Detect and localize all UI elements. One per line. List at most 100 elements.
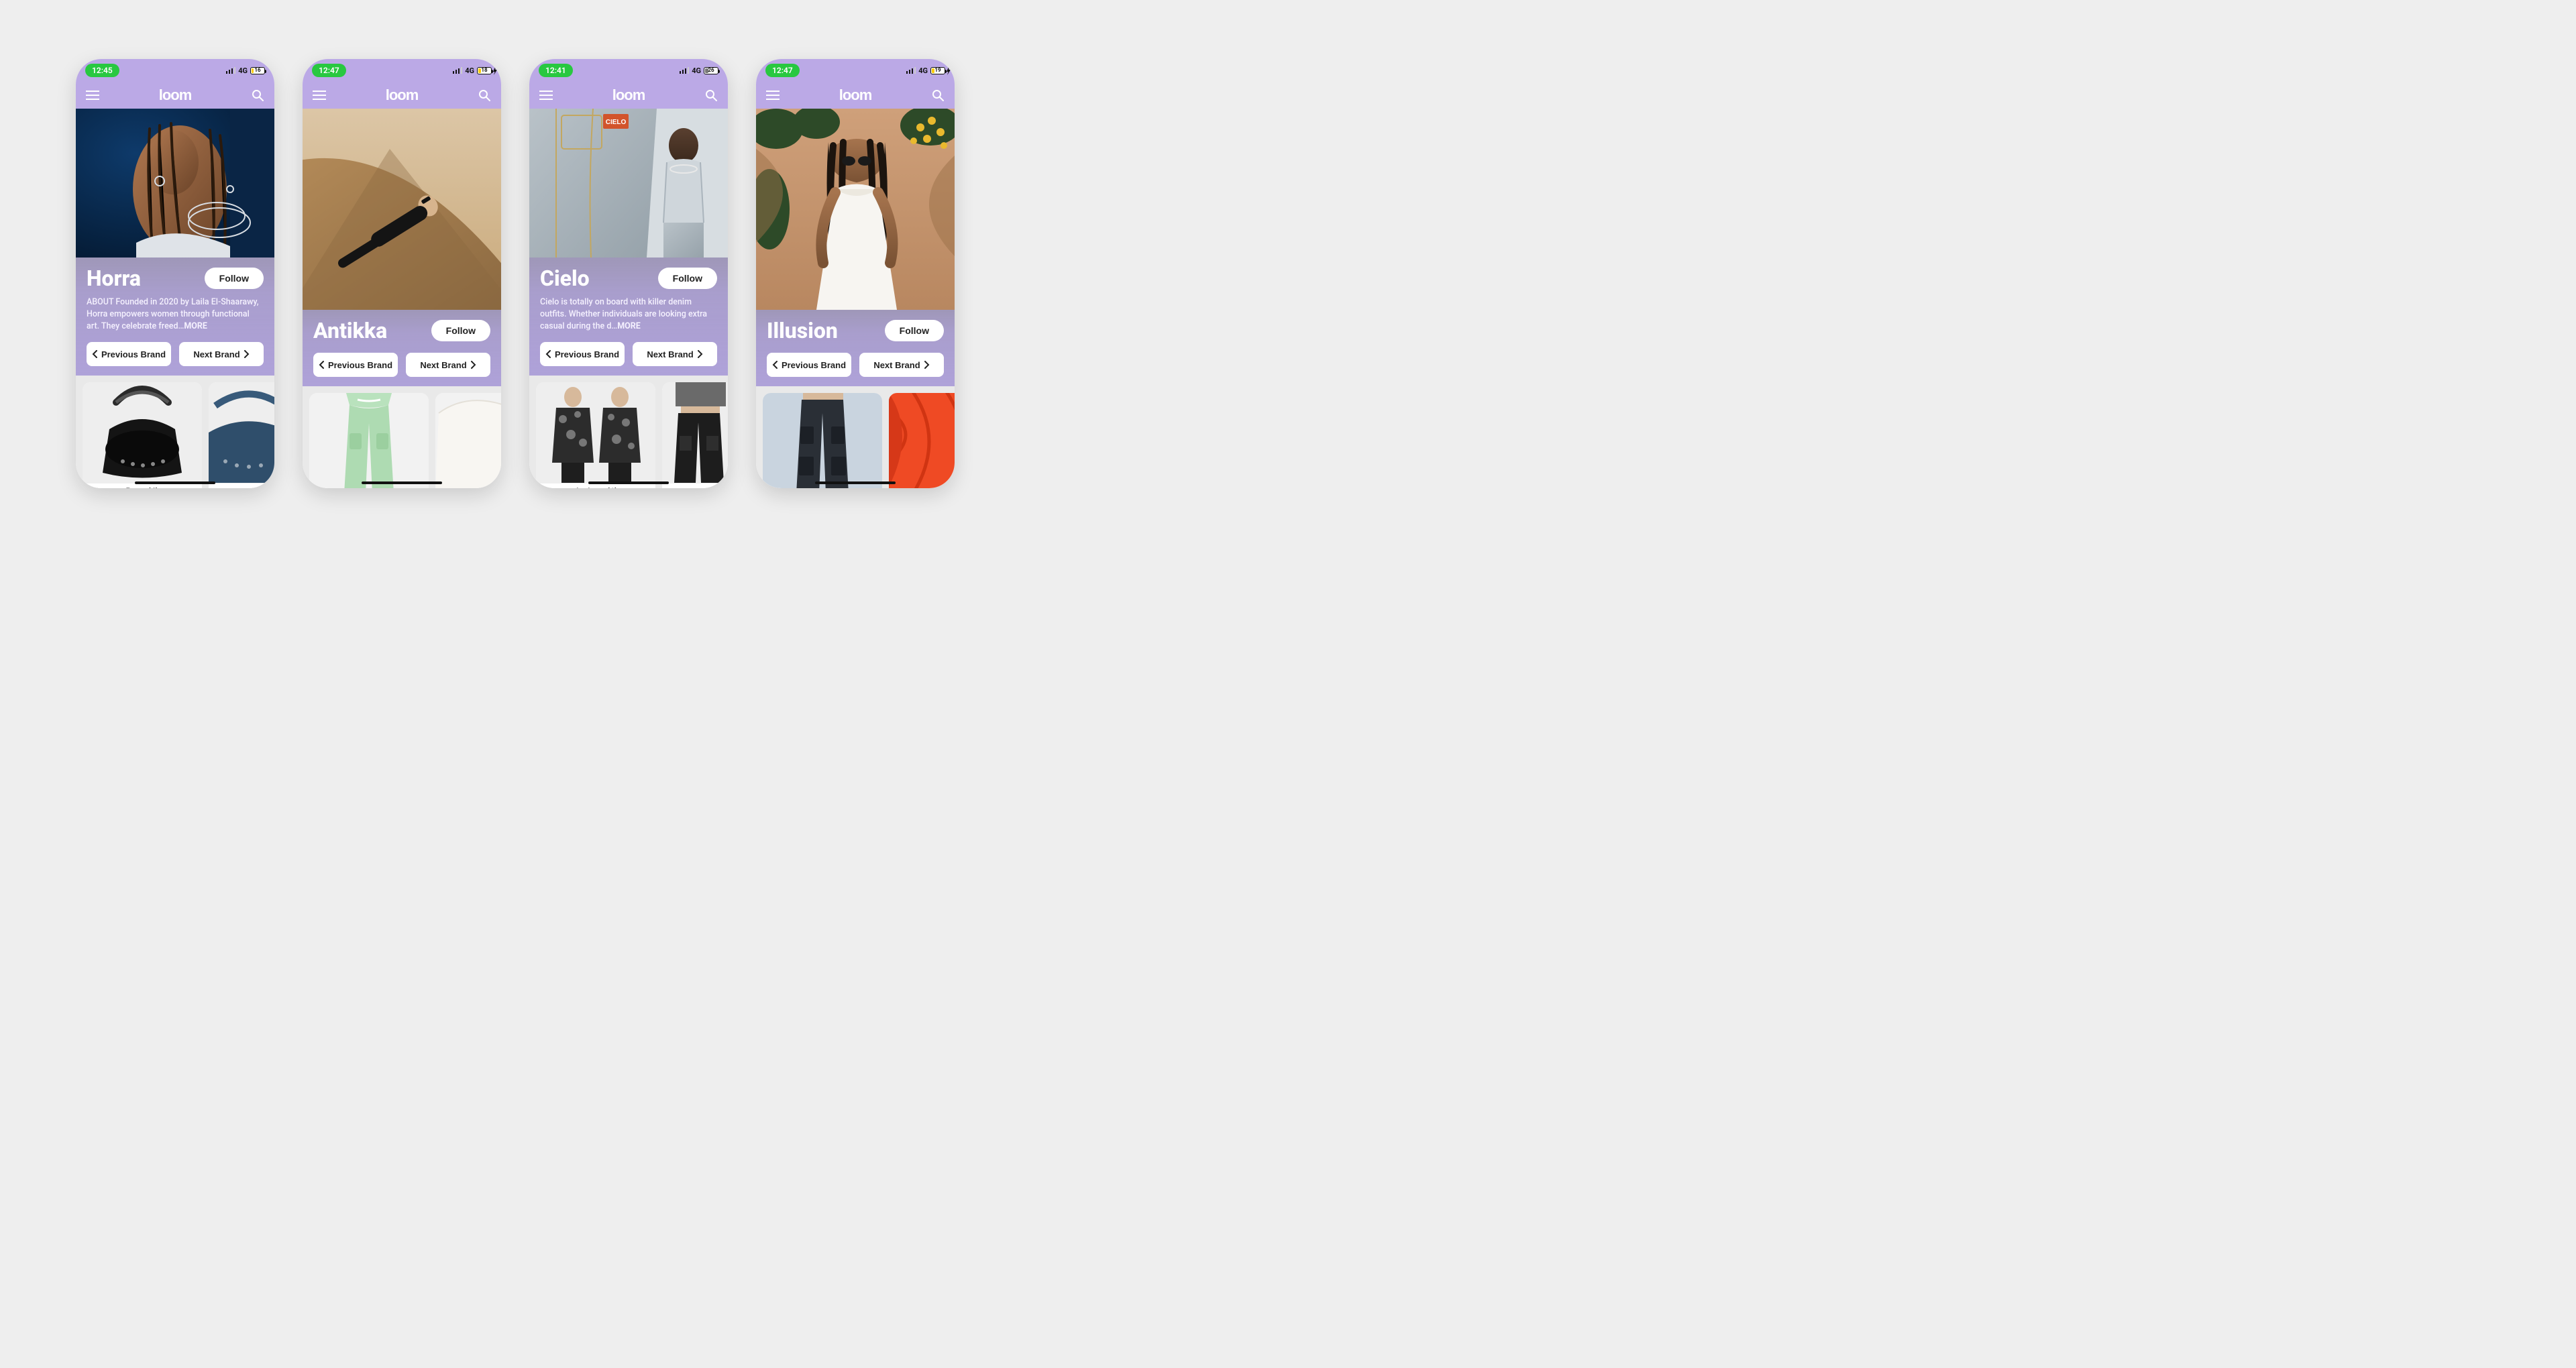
brand-hero: Illusion Follow Previous Brand Next Bran… <box>756 109 955 386</box>
battery-pct: 16 <box>254 68 260 73</box>
status-right: 4G 18 <box>453 66 492 75</box>
network-label: 4G <box>238 66 248 75</box>
follow-button[interactable]: Follow <box>658 268 717 289</box>
product-strip[interactable]: Cargos (3) Crewneck <box>303 386 501 488</box>
product-card[interactable]: Pants ( <box>889 393 955 488</box>
product-label: Jeans (9 <box>662 483 728 488</box>
previous-brand-button[interactable]: Previous Brand <box>313 353 398 377</box>
status-right: 4G 26 <box>680 66 718 75</box>
more-link[interactable]: MORE <box>184 321 207 331</box>
mockup-canvas: 12:45 4G 16 loom <box>0 0 1030 547</box>
next-brand-button[interactable]: Next Brand <box>406 353 490 377</box>
previous-brand-button[interactable]: Previous Brand <box>87 342 171 366</box>
product-image <box>763 393 882 488</box>
prev-label: Previous Brand <box>555 349 619 359</box>
product-card[interactable]: Cargos (3) <box>309 393 429 488</box>
home-indicator[interactable] <box>362 481 442 484</box>
follow-button[interactable]: Follow <box>205 268 264 289</box>
product-image <box>435 393 501 488</box>
search-icon[interactable] <box>477 88 492 103</box>
network-label: 4G <box>465 66 474 75</box>
hero-image <box>76 109 274 258</box>
phone-antikka: 12:47 4G 18 loom <box>303 59 501 488</box>
product-card[interactable]: Jeans (9 <box>662 382 728 488</box>
chevron-right-icon <box>924 361 930 369</box>
search-icon[interactable] <box>704 88 718 103</box>
status-bar: 12:47 4G 19 <box>756 59 955 82</box>
next-brand-button[interactable]: Next Brand <box>633 342 717 366</box>
battery-icon: 19 <box>930 67 945 74</box>
signal-icon <box>906 67 916 74</box>
brand-title: Antikka <box>313 318 387 343</box>
menu-icon[interactable] <box>765 88 780 103</box>
brand-description-text: ABOUT Founded in 2020 by Laila El-Shaara… <box>87 297 259 331</box>
next-label: Next Brand <box>873 360 920 370</box>
phone-cielo: 12:41 4G 26 loom <box>529 59 728 488</box>
brand-title: Horra <box>87 266 141 291</box>
status-time: 12:45 <box>85 64 119 77</box>
menu-icon[interactable] <box>85 88 100 103</box>
brand-title: Illusion <box>767 318 838 343</box>
status-bar: 12:45 4G 16 <box>76 59 274 82</box>
next-label: Next Brand <box>420 360 466 370</box>
brand-card: Cielo Follow Cielo is totally on board w… <box>529 258 728 376</box>
battery-icon: 16 <box>250 67 265 74</box>
product-image <box>662 382 728 483</box>
brand-description: Cielo is totally on board with killer de… <box>540 296 717 333</box>
network-label: 4G <box>918 66 928 75</box>
network-label: 4G <box>692 66 701 75</box>
product-card[interactable]: Bags (4) <box>83 382 202 488</box>
signal-icon <box>226 67 235 74</box>
search-icon[interactable] <box>930 88 945 103</box>
brand-hero: Antikka Follow Previous Brand Next Brand <box>303 109 501 386</box>
brand-title: Cielo <box>540 266 590 291</box>
product-card[interactable]: Crewneck <box>435 393 501 488</box>
status-time: 12:47 <box>765 64 800 77</box>
product-card[interactable]: Jeans (2) <box>763 393 882 488</box>
brand-hero: Horra Follow ABOUT Founded in 2020 by La… <box>76 109 274 376</box>
app-logo: loom <box>612 87 645 104</box>
follow-button[interactable]: Follow <box>885 320 944 341</box>
chevron-left-icon <box>772 361 777 369</box>
chevron-left-icon <box>545 350 551 358</box>
signal-icon <box>680 67 689 74</box>
next-brand-button[interactable]: Next Brand <box>859 353 944 377</box>
brand-card: Antikka Follow Previous Brand Next Brand <box>303 310 501 386</box>
menu-icon[interactable] <box>312 88 327 103</box>
search-icon[interactable] <box>250 88 265 103</box>
status-bar: 12:47 4G 18 <box>303 59 501 82</box>
app-logo: loom <box>839 87 872 104</box>
product-strip[interactable]: Jackets (1) Jeans (9 <box>529 376 728 488</box>
menu-icon[interactable] <box>539 88 553 103</box>
product-strip[interactable]: Bags (4) Jeans ( <box>76 376 274 488</box>
previous-brand-button[interactable]: Previous Brand <box>767 353 851 377</box>
status-bar: 12:41 4G 26 <box>529 59 728 82</box>
product-image <box>536 382 655 483</box>
home-indicator[interactable] <box>588 481 669 484</box>
home-indicator[interactable] <box>135 481 215 484</box>
bolt-icon <box>493 67 497 75</box>
bolt-icon <box>947 67 951 75</box>
prev-label: Previous Brand <box>101 349 166 359</box>
product-strip[interactable]: Jeans (2) Pants ( <box>756 386 955 488</box>
home-indicator[interactable] <box>815 481 896 484</box>
status-right: 4G 19 <box>906 66 945 75</box>
product-image <box>83 382 202 483</box>
hero-image <box>756 109 955 310</box>
product-card[interactable]: Jackets (1) <box>536 382 655 488</box>
brand-hero: CIELO Cielo Follow Cielo is totally on b… <box>529 109 728 376</box>
chevron-left-icon <box>319 361 324 369</box>
more-link[interactable]: MORE <box>617 321 641 331</box>
product-image <box>309 393 429 488</box>
battery-icon: 18 <box>477 67 492 74</box>
next-brand-button[interactable]: Next Brand <box>179 342 264 366</box>
hero-image <box>303 109 501 310</box>
previous-brand-button[interactable]: Previous Brand <box>540 342 625 366</box>
product-card[interactable]: Jeans ( <box>209 382 274 488</box>
status-right: 4G 16 <box>226 66 265 75</box>
prev-label: Previous Brand <box>328 360 392 370</box>
app-logo: loom <box>159 87 192 104</box>
follow-button[interactable]: Follow <box>431 320 490 341</box>
app-logo: loom <box>386 87 419 104</box>
hero-image: CIELO <box>529 109 728 258</box>
